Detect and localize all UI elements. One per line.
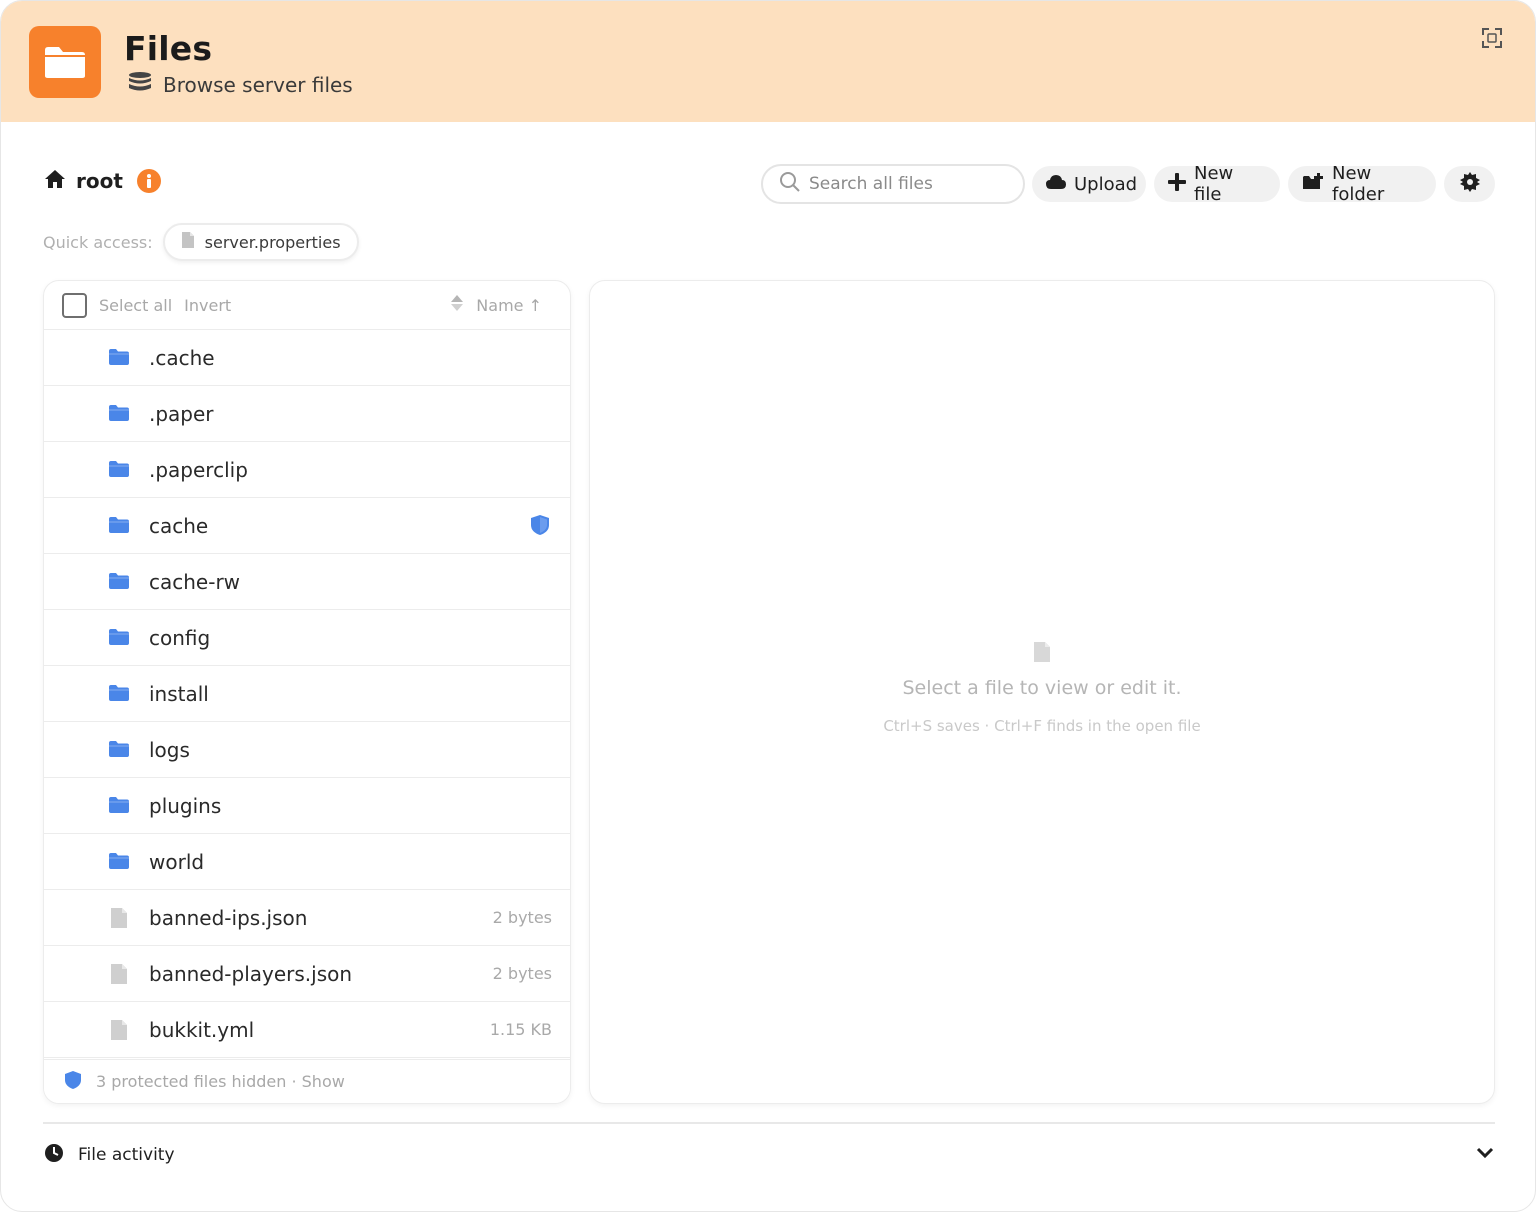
select-all-link[interactable]: Select all xyxy=(99,296,172,315)
file-row[interactable]: config xyxy=(44,610,570,666)
file-activity-toggle[interactable]: File activity xyxy=(44,1141,1496,1169)
file-row-size: 2 bytes xyxy=(492,964,552,983)
file-icon xyxy=(181,231,195,253)
quick-access-label: Quick access: xyxy=(43,232,153,252)
folder-icon xyxy=(108,852,130,872)
page-subtitle: Browse server files xyxy=(127,71,353,98)
new-file-label: New file xyxy=(1194,163,1234,205)
file-list: Select all Invert Name ↑ .cache .paper .pa… xyxy=(43,280,571,1104)
file-viewer: Select a file to view or edit it. Ctrl+S… xyxy=(589,280,1495,1104)
header-bar: Files Browse server files xyxy=(1,1,1535,122)
viewer-message: Select a file to view or edit it. xyxy=(902,677,1182,699)
file-row-name: .paper xyxy=(149,401,214,426)
folder-icon xyxy=(108,572,130,592)
file-row-name: install xyxy=(149,681,209,706)
folder-icon xyxy=(108,348,130,368)
cloud-icon xyxy=(1046,174,1066,195)
file-row[interactable]: banned-players.json 2 bytes xyxy=(44,946,570,1002)
quick-access: Quick access: server.properties xyxy=(43,223,359,261)
file-row-name: cache-rw xyxy=(149,569,241,594)
folder-icon xyxy=(108,796,130,816)
folder-icon xyxy=(108,740,130,760)
file-row[interactable]: cache-rw xyxy=(44,554,570,610)
upload-button[interactable]: Upload xyxy=(1032,166,1146,202)
new-file-button[interactable]: New file xyxy=(1154,163,1280,205)
file-icon xyxy=(110,963,132,984)
new-folder-button[interactable]: New folder xyxy=(1288,163,1436,205)
file-row[interactable]: install xyxy=(44,666,570,722)
folder-icon xyxy=(108,404,130,424)
page-title: Files xyxy=(124,29,213,68)
settings-button[interactable] xyxy=(1444,166,1495,202)
file-row-name: .cache xyxy=(149,345,215,370)
clock-icon xyxy=(44,1143,64,1167)
upload-label: Upload xyxy=(1074,173,1138,195)
file-row[interactable]: banned-ips.json 2 bytes xyxy=(44,890,570,946)
file-list-header: Select all Invert Name ↑ xyxy=(44,281,570,330)
divider xyxy=(43,1122,1495,1124)
fullscreen-icon[interactable] xyxy=(1479,25,1505,51)
file-row[interactable]: plugins xyxy=(44,778,570,834)
search-box[interactable] xyxy=(761,164,1025,204)
folder-plus-icon xyxy=(1302,172,1324,196)
folder-icon xyxy=(108,460,130,480)
chevron-down-icon[interactable] xyxy=(1476,1145,1494,1164)
new-folder-label: New folder xyxy=(1332,163,1385,205)
folder-icon xyxy=(108,628,130,648)
file-icon xyxy=(590,641,1494,663)
file-row-name: config xyxy=(149,625,211,650)
search-input[interactable] xyxy=(809,174,1009,194)
file-row-name: bukkit.yml xyxy=(149,1017,255,1042)
viewer-hint: Ctrl+S saves · Ctrl+F finds in the open … xyxy=(883,717,1201,735)
quick-access-item-label: server.properties xyxy=(204,232,341,252)
breadcrumb-root[interactable]: root xyxy=(76,169,123,193)
breadcrumb: root xyxy=(44,169,161,193)
files-window: Files Browse server files root Search al… xyxy=(0,0,1536,1212)
file-icon xyxy=(110,1019,132,1040)
file-row-name: cache xyxy=(149,513,209,538)
file-row-name: plugins xyxy=(149,793,222,818)
subtitle-text: Browse server files xyxy=(163,72,353,97)
file-activity-label: File activity xyxy=(78,1145,175,1165)
file-row[interactable]: world xyxy=(44,834,570,890)
file-row-name: world xyxy=(149,849,205,874)
file-row-size: 2 bytes xyxy=(492,908,552,927)
viewer-empty-state: Select a file to view or edit it. Ctrl+S… xyxy=(590,641,1494,735)
file-row-name: logs xyxy=(149,737,190,762)
shield-icon xyxy=(530,514,550,540)
file-row[interactable]: .paperclip xyxy=(44,442,570,498)
hidden-files-text[interactable]: 3 protected files hidden · Show xyxy=(96,1072,345,1091)
gear-icon xyxy=(1459,171,1480,197)
file-row[interactable]: logs xyxy=(44,722,570,778)
folder-app-icon xyxy=(29,26,101,98)
file-row[interactable]: cache xyxy=(44,498,570,554)
file-row-size: 1.15 KB xyxy=(489,1020,552,1039)
select-all-checkbox[interactable] xyxy=(62,292,87,318)
file-row-name: banned-players.json xyxy=(149,961,353,986)
file-row[interactable]: .paper xyxy=(44,386,570,442)
file-icon xyxy=(110,907,132,928)
quick-access-item[interactable]: server.properties xyxy=(162,223,359,261)
folder-icon xyxy=(108,684,130,704)
shield-icon xyxy=(64,1070,82,1094)
sort-control[interactable]: Name ↑ xyxy=(450,294,542,316)
home-icon[interactable] xyxy=(44,169,66,193)
folder-icon xyxy=(108,516,130,536)
info-icon[interactable] xyxy=(136,169,161,193)
file-row-name: banned-ips.json xyxy=(149,905,308,930)
file-row[interactable]: bukkit.yml 1.15 KB xyxy=(44,1002,570,1058)
search-icon xyxy=(779,171,801,197)
database-icon xyxy=(127,71,153,98)
invert-link[interactable]: Invert xyxy=(184,296,231,315)
sort-icon xyxy=(450,294,464,316)
file-rows: .cache .paper .paperclip cache cache-rw confi… xyxy=(44,330,570,1058)
file-row[interactable]: .cache xyxy=(44,330,570,386)
hidden-files-footer[interactable]: 3 protected files hidden · Show xyxy=(44,1059,570,1103)
sort-label: Name ↑ xyxy=(476,295,542,315)
plus-icon xyxy=(1168,172,1186,196)
file-row-name: .paperclip xyxy=(149,457,248,482)
